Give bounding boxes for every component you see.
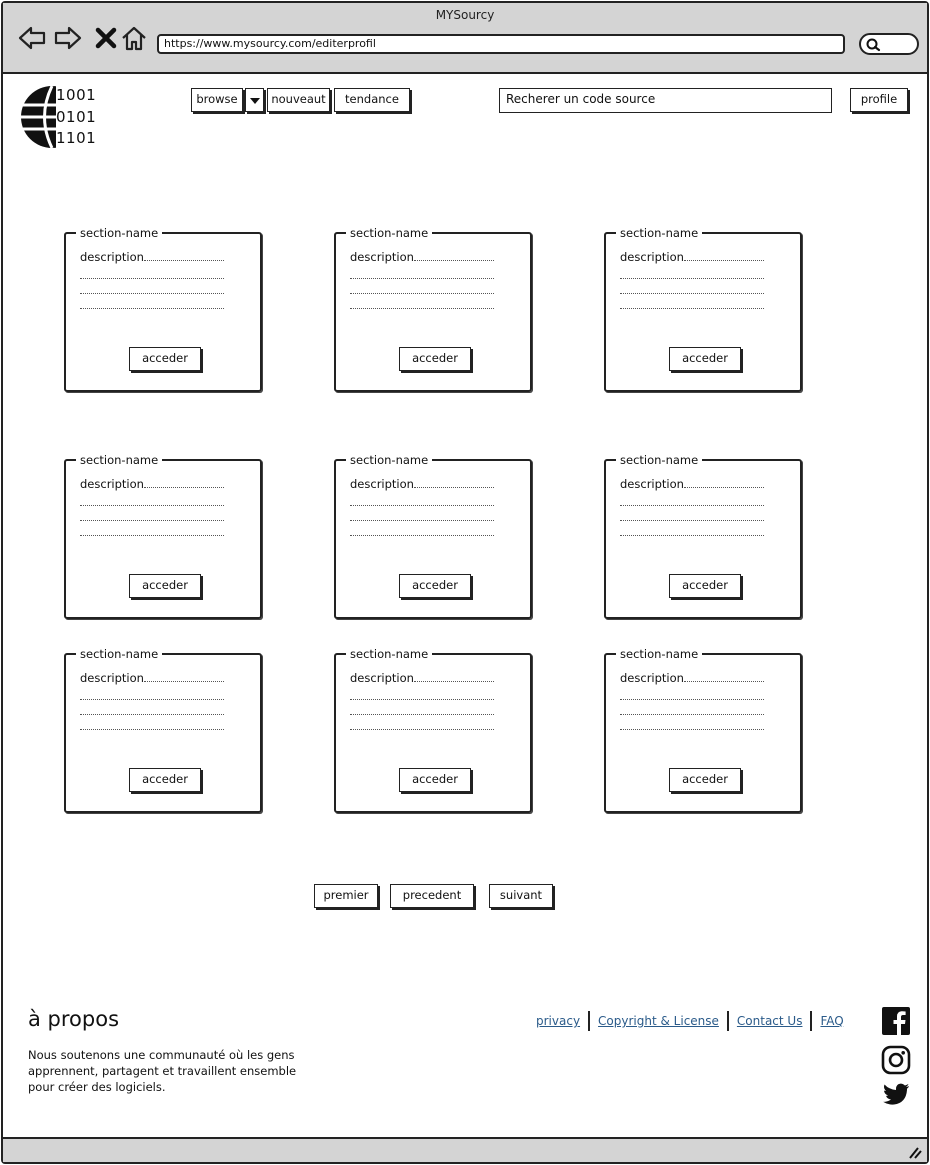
- card-description-text: description: [80, 671, 144, 685]
- back-arrow-icon[interactable]: [17, 23, 47, 53]
- card-description: description: [350, 477, 494, 491]
- acceder-button[interactable]: acceder: [669, 574, 741, 598]
- section-card: section-name description acceder: [334, 452, 532, 619]
- acceder-button[interactable]: acceder: [399, 768, 471, 792]
- acceder-button[interactable]: acceder: [669, 347, 741, 371]
- card-title: section-name: [76, 646, 163, 662]
- twitter-icon[interactable]: [881, 1079, 911, 1109]
- card-title: section-name: [76, 225, 163, 241]
- acceder-button[interactable]: acceder: [129, 574, 201, 598]
- privacy-link[interactable]: privacy: [531, 1014, 585, 1028]
- card-description: description: [620, 671, 764, 685]
- contact-link[interactable]: Contact Us: [732, 1014, 808, 1028]
- section-card: section-name description acceder: [604, 225, 802, 392]
- card-title: section-name: [346, 225, 433, 241]
- card-description: description: [80, 671, 224, 685]
- card-title: section-name: [616, 225, 703, 241]
- previous-page-button[interactable]: precedent: [390, 884, 474, 908]
- card-description: description: [620, 477, 764, 491]
- acceder-button[interactable]: acceder: [129, 768, 201, 792]
- acceder-button[interactable]: acceder: [129, 347, 201, 371]
- card-description-text: description: [350, 477, 414, 491]
- acceder-button[interactable]: acceder: [669, 768, 741, 792]
- search-icon: [866, 38, 881, 52]
- about-title: à propos: [28, 1007, 120, 1031]
- about-text: Nous soutenons une communauté où les gen…: [28, 1048, 297, 1094]
- card-title: section-name: [616, 646, 703, 662]
- browse-button[interactable]: browse: [191, 88, 243, 112]
- section-card: section-name description acceder: [334, 225, 532, 392]
- card-description-text: description: [80, 477, 144, 491]
- card-description: description: [80, 250, 224, 264]
- card-title: section-name: [616, 452, 703, 468]
- forward-arrow-icon[interactable]: [53, 23, 83, 53]
- next-page-button[interactable]: suivant: [489, 884, 553, 908]
- faq-link[interactable]: FAQ: [815, 1014, 848, 1028]
- card-description-text: description: [350, 250, 414, 264]
- card-description: description: [620, 250, 764, 264]
- profile-button[interactable]: profile: [850, 88, 908, 112]
- section-card: section-name description acceder: [334, 646, 532, 813]
- card-description-text: description: [80, 250, 144, 264]
- card-title: section-name: [346, 646, 433, 662]
- acceder-button[interactable]: acceder: [399, 347, 471, 371]
- footer-links: privacy Copyright & License Contact Us F…: [531, 1011, 849, 1031]
- card-description: description: [350, 250, 494, 264]
- card-description-text: description: [620, 250, 684, 264]
- status-bar: [3, 1137, 927, 1162]
- browser-toolbar: MYSourcy https://www.mysourcy.com/editer…: [3, 3, 927, 74]
- window-title: MYSourcy: [435, 8, 495, 22]
- nouveaut-button[interactable]: nouveaut: [267, 88, 330, 112]
- code-search-input[interactable]: Recherer un code source: [499, 88, 832, 113]
- card-description: description: [80, 477, 224, 491]
- section-card: section-name description acceder: [604, 452, 802, 619]
- logo-line: 1001: [56, 86, 97, 104]
- instagram-icon[interactable]: [881, 1045, 911, 1075]
- logo-binary-text: 1001 0101 1101: [56, 85, 96, 150]
- card-description: description: [350, 671, 494, 685]
- browse-dropdown-button[interactable]: [245, 88, 264, 112]
- resize-grip-icon[interactable]: [907, 1145, 923, 1159]
- facebook-icon[interactable]: [881, 1006, 911, 1036]
- acceder-button[interactable]: acceder: [399, 574, 471, 598]
- section-card: section-name description acceder: [604, 646, 802, 813]
- url-field[interactable]: https://www.mysourcy.com/editerprofil: [157, 34, 845, 54]
- card-description-text: description: [620, 671, 684, 685]
- card-description-text: description: [620, 477, 684, 491]
- copyright-link[interactable]: Copyright & License: [593, 1014, 724, 1028]
- card-title: section-name: [76, 452, 163, 468]
- logo-line: 1101: [56, 129, 97, 147]
- tendance-button[interactable]: tendance: [334, 88, 410, 112]
- section-card: section-name description acceder: [64, 646, 262, 813]
- close-icon[interactable]: [91, 23, 121, 53]
- browser-search-button[interactable]: [859, 33, 919, 55]
- card-description-text: description: [350, 671, 414, 685]
- chevron-down-icon: [249, 98, 260, 104]
- browser-window: MYSourcy https://www.mysourcy.com/editer…: [1, 1, 929, 1164]
- home-icon[interactable]: [119, 23, 149, 53]
- first-page-button[interactable]: premier: [314, 884, 378, 908]
- card-title: section-name: [346, 452, 433, 468]
- section-card: section-name description acceder: [64, 225, 262, 392]
- section-card: section-name description acceder: [64, 452, 262, 619]
- logo-line: 0101: [56, 107, 97, 126]
